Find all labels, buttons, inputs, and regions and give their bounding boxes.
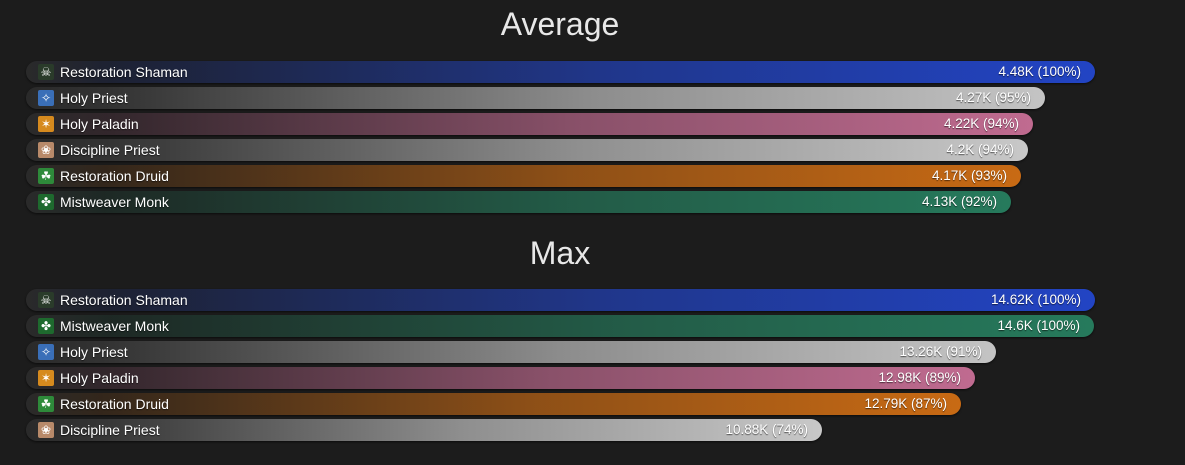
average-bar-label: Restoration Shaman: [60, 64, 188, 80]
average-bar-label: Holy Paladin: [60, 116, 139, 132]
average-bar-value: 4.2K (94%): [946, 142, 1014, 157]
average-bar-label: Holy Priest: [60, 90, 128, 106]
average-bar-restoration-shaman: ☠ Restoration Shaman 4.48K (100%): [26, 61, 1095, 83]
discipline-priest-icon: ❀: [38, 422, 54, 438]
average-bar-holy-paladin: ✶ Holy Paladin 4.22K (94%): [26, 113, 1033, 135]
monk-mistweaver-icon: ✤: [38, 194, 54, 210]
max-bar-holy-paladin: ✶ Holy Paladin 12.98K (89%): [26, 367, 975, 389]
max-bar-label: Holy Priest: [60, 344, 128, 360]
average-bar-label: Restoration Druid: [60, 168, 169, 184]
max-bar-value: 12.98K (89%): [878, 370, 961, 385]
average-bar-value: 4.27K (95%): [955, 90, 1031, 105]
max-bar-value: 14.62K (100%): [990, 292, 1081, 307]
average-bar-value: 4.17K (93%): [931, 168, 1007, 183]
shaman-totem-icon: ☠: [38, 292, 54, 308]
average-bar-label: Mistweaver Monk: [60, 194, 169, 210]
average-bar-holy-priest: ✧ Holy Priest 4.27K (95%): [26, 87, 1045, 109]
max-bar-value: 14.6K (100%): [997, 318, 1080, 333]
average-bar-value: 4.13K (92%): [921, 194, 997, 209]
max-bar-discipline-priest: ❀ Discipline Priest 10.88K (74%): [26, 419, 822, 441]
max-bar-mistweaver-monk: ✤ Mistweaver Monk 14.6K (100%): [26, 315, 1094, 337]
max-bar-label: Restoration Shaman: [60, 292, 188, 308]
average-bar-value: 4.22K (94%): [943, 116, 1019, 131]
average-bar-label: Discipline Priest: [60, 142, 160, 158]
max-bar-value: 10.88K (74%): [725, 422, 808, 437]
shaman-totem-icon: ☠: [38, 64, 54, 80]
max-bar-label: Restoration Druid: [60, 396, 169, 412]
holy-paladin-icon: ✶: [38, 116, 54, 132]
monk-mistweaver-icon: ✤: [38, 318, 54, 334]
average-bar-restoration-druid: ☘ Restoration Druid 4.17K (93%): [26, 165, 1021, 187]
max-bar-restoration-druid: ☘ Restoration Druid 12.79K (87%): [26, 393, 961, 415]
max-bar-label: Discipline Priest: [60, 422, 160, 438]
max-bar-restoration-shaman: ☠ Restoration Shaman 14.62K (100%): [26, 289, 1095, 311]
holy-priest-icon: ✧: [38, 90, 54, 106]
max-bar-value: 13.26K (91%): [899, 344, 982, 359]
druid-leaf-icon: ☘: [38, 396, 54, 412]
druid-leaf-icon: ☘: [38, 168, 54, 184]
max-bar-value: 12.79K (87%): [864, 396, 947, 411]
max-bar-holy-priest: ✧ Holy Priest 13.26K (91%): [26, 341, 996, 363]
holy-priest-icon: ✧: [38, 344, 54, 360]
average-bar-value: 4.48K (100%): [998, 64, 1081, 79]
average-bar-mistweaver-monk: ✤ Mistweaver Monk 4.13K (92%): [26, 191, 1011, 213]
max-bar-label: Holy Paladin: [60, 370, 139, 386]
average-bar-discipline-priest: ❀ Discipline Priest 4.2K (94%): [26, 139, 1028, 161]
bar-charts: ☠ Restoration Shaman 4.48K (100%) ✧ Holy Pri…: [0, 0, 1185, 465]
holy-paladin-icon: ✶: [38, 370, 54, 386]
discipline-priest-icon: ❀: [38, 142, 54, 158]
max-bar-label: Mistweaver Monk: [60, 318, 169, 334]
